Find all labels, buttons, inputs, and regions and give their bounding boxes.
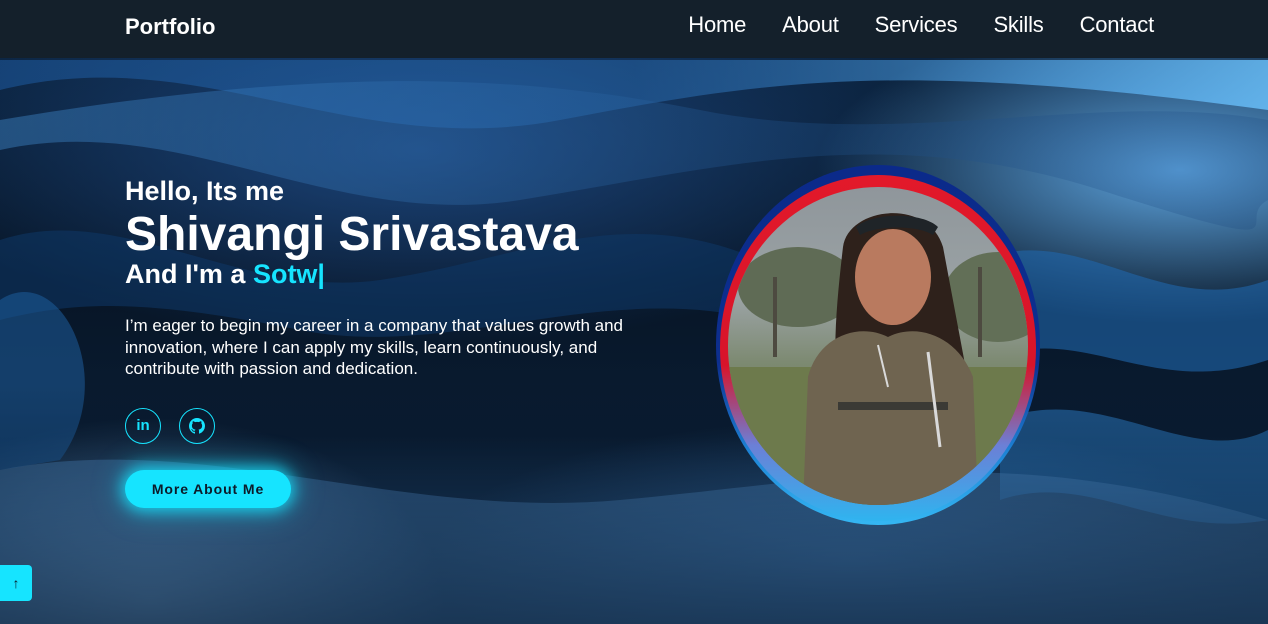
hero-greeting: Hello, Its me [125,176,285,206]
linkedin-icon: in [136,417,150,434]
nav-link-services[interactable]: Services [875,12,958,38]
nav-link-contact[interactable]: Contact [1080,12,1155,38]
navbar: Portfolio Home About Services Skills Con… [0,0,1268,58]
profile-photo-frame [716,165,1040,525]
arrow-up-icon: ↑ [12,575,20,591]
hero-name: Shivangi Srivastava [125,208,579,261]
hero-intro: I’m eager to begin my career in a compan… [125,316,623,378]
profile-photo [728,187,1028,505]
linkedin-link[interactable]: in [125,407,161,444]
github-icon [189,417,205,434]
profile-portrait-graphic [728,213,1028,505]
nav-link-about[interactable]: About [782,12,839,38]
social-links: in [125,407,685,444]
hero-role: And I'm a Sotw| [125,258,685,290]
logo-link[interactable]: Portfolio [125,14,215,40]
more-about-me-button[interactable]: More About Me [125,469,291,508]
hero-role-prefix: And I'm a [125,259,253,289]
back-to-top-button[interactable]: ↑ [0,565,32,601]
hero-section: Hello, Its me Shivangi Srivastava And I'… [125,175,685,508]
github-link[interactable] [179,407,215,444]
nav-links: Home About Services Skills Contact [688,12,1154,38]
hero-role-typed: Sotw| [252,259,325,289]
page: Portfolio Home About Services Skills Con… [0,0,1268,624]
nav-link-home[interactable]: Home [688,12,746,38]
nav-link-skills[interactable]: Skills [993,12,1043,38]
